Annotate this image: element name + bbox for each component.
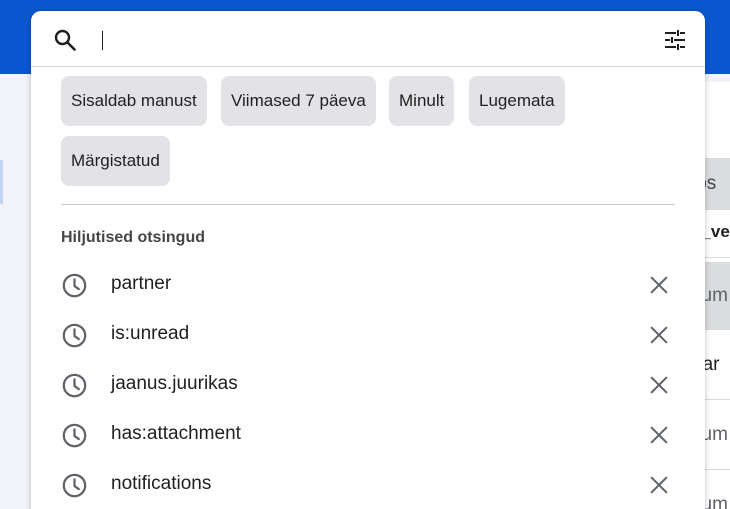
close-icon[interactable] <box>648 324 670 346</box>
close-icon[interactable] <box>648 424 670 446</box>
close-icon[interactable] <box>648 374 670 396</box>
recent-search-label: partner <box>111 273 172 294</box>
search-input[interactable] <box>99 25 639 55</box>
chip-has-attachment[interactable]: Sisaldab manust <box>61 76 207 126</box>
clock-icon <box>62 323 87 348</box>
text-caret <box>102 31 103 50</box>
search-icon[interactable] <box>53 28 77 52</box>
recent-search-item[interactable]: notifications <box>31 460 705 509</box>
clock-icon <box>62 423 87 448</box>
clock-icon <box>62 373 87 398</box>
recent-search-label: has:attachment <box>111 423 241 444</box>
chip-unread[interactable]: Lugemata <box>469 76 565 126</box>
recent-search-label: notifications <box>111 473 212 494</box>
chip-from-me[interactable]: Minult <box>389 76 455 126</box>
search-dialog: Sisaldab manust Viimased 7 päeva Minult … <box>31 11 705 509</box>
chip-last-7-days[interactable]: Viimased 7 päeva <box>221 76 376 126</box>
recent-search-label: jaanus.juurikas <box>111 373 238 394</box>
search-options-icon[interactable] <box>663 28 687 52</box>
close-icon[interactable] <box>648 274 670 296</box>
chip-starred[interactable]: Märgistatud <box>61 136 170 186</box>
recent-search-item[interactable]: partner <box>31 260 705 310</box>
background-side-indicator <box>0 160 3 204</box>
recent-searches-title: Hiljutised otsingud <box>61 229 205 246</box>
clock-icon <box>62 473 87 498</box>
search-bar <box>31 11 705 67</box>
recent-search-label: is:unread <box>111 323 190 344</box>
clock-icon <box>62 273 87 298</box>
divider <box>61 204 675 205</box>
recent-search-item[interactable]: is:unread <box>31 310 705 360</box>
close-icon[interactable] <box>648 474 670 496</box>
recent-search-item[interactable]: has:attachment <box>31 410 705 460</box>
recent-search-item[interactable]: jaanus.juurikas <box>31 360 705 410</box>
